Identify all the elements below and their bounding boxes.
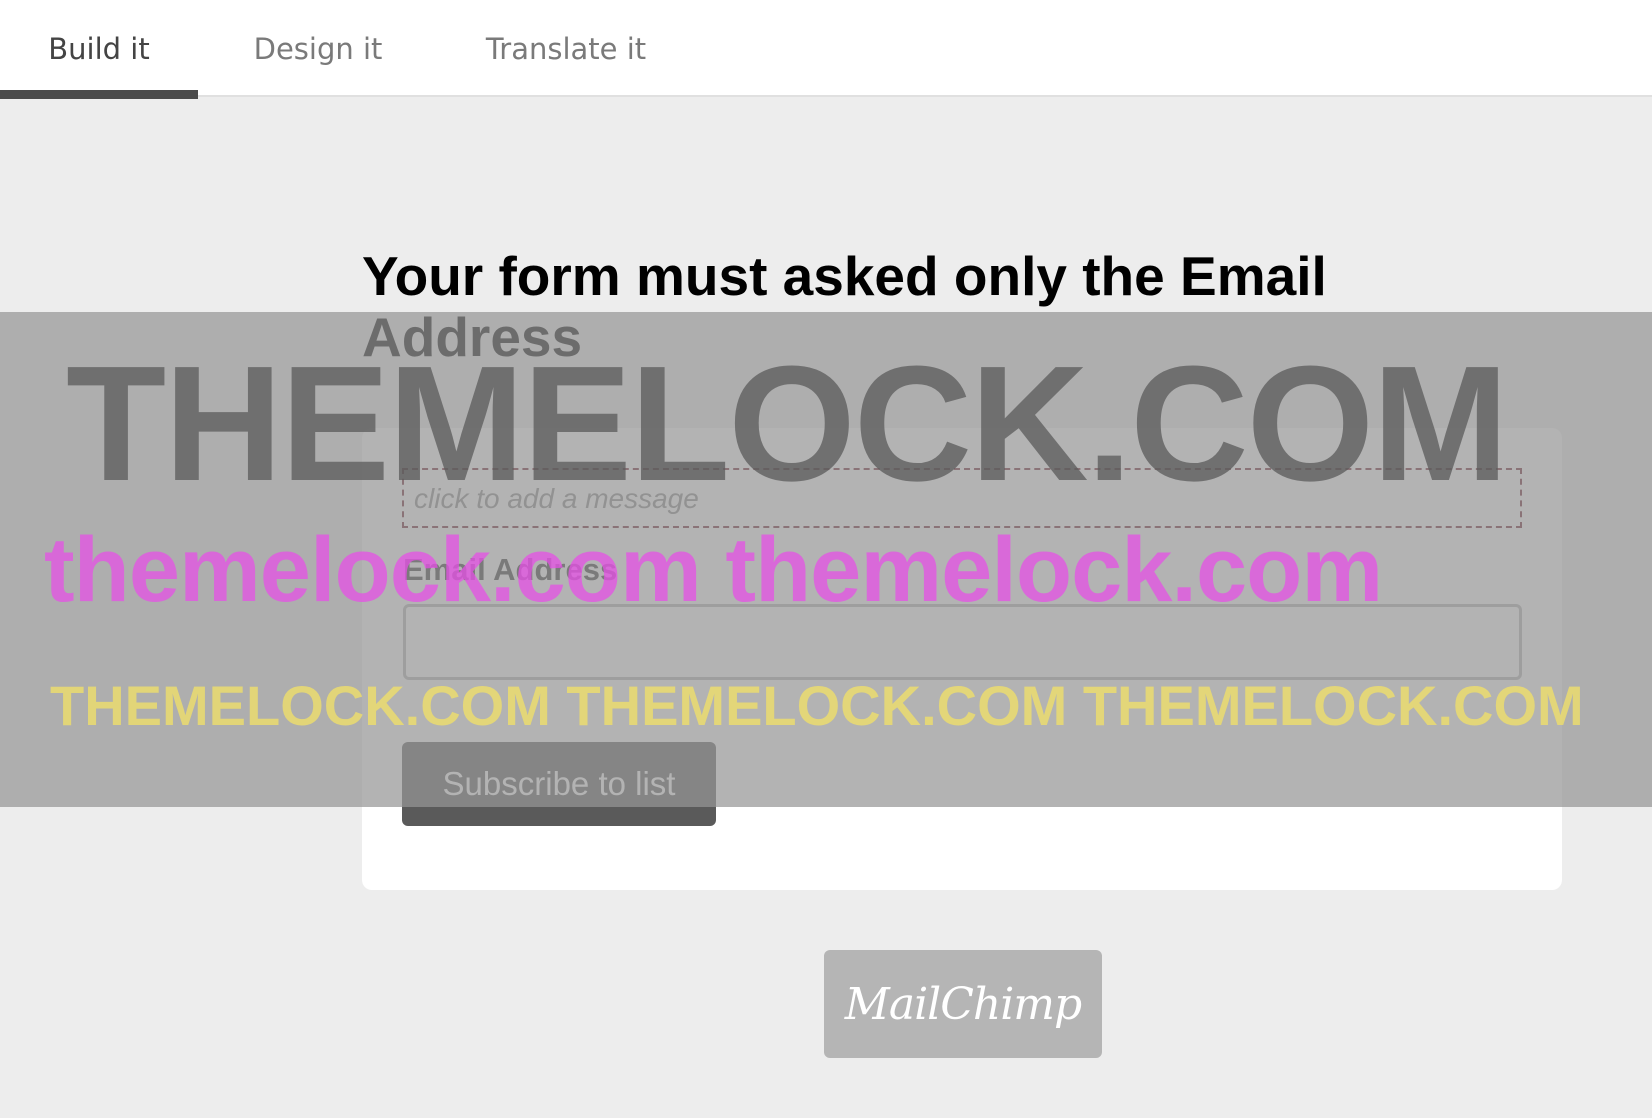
subscribe-button[interactable]: Subscribe to list — [402, 742, 716, 826]
tab-build-it[interactable]: Build it — [0, 0, 198, 99]
email-field-label: Email Address — [403, 552, 618, 587]
tab-bar: Build it Design it Translate it — [0, 0, 1652, 99]
message-editable-area[interactable]: click to add a message — [402, 468, 1522, 528]
form-title[interactable]: Your form must asked only the Email Addr… — [362, 246, 1442, 368]
tab-translate-it[interactable]: Translate it — [438, 0, 694, 97]
mailchimp-badge[interactable]: MailChimp — [824, 950, 1102, 1058]
email-field[interactable] — [403, 604, 1522, 680]
tab-design-it[interactable]: Design it — [198, 0, 438, 97]
